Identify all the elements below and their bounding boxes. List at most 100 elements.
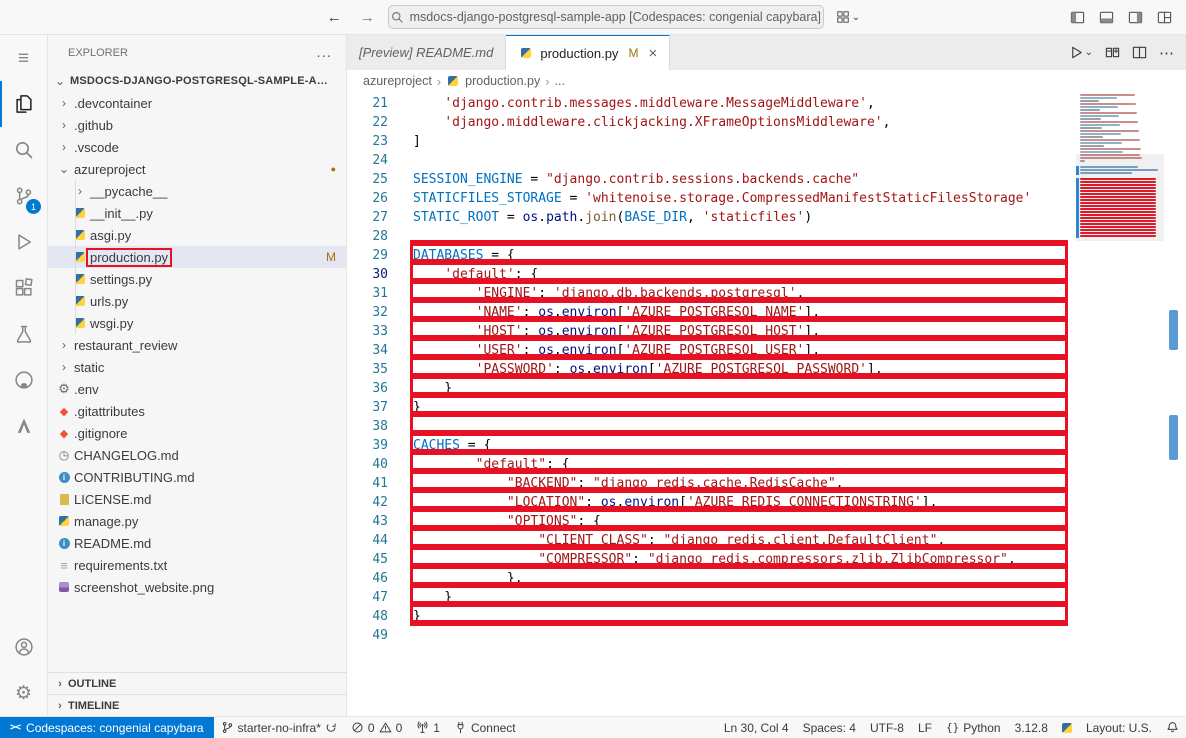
source-control-view-button[interactable]: 1 — [0, 173, 47, 219]
tree-item[interactable]: ⌄azureproject● — [48, 158, 346, 180]
menu-button[interactable]: ≡ — [0, 35, 47, 81]
minimap-slider[interactable] — [1076, 154, 1164, 241]
line-number[interactable]: 41 — [347, 474, 388, 493]
breadcrumb-item[interactable]: production.py — [465, 74, 540, 88]
tree-item[interactable]: manage.py — [48, 510, 346, 532]
tree-item[interactable]: settings.py — [48, 268, 346, 290]
tree-item[interactable]: .env — [48, 378, 346, 400]
tree-item[interactable]: asgi.py — [48, 224, 346, 246]
outline-section[interactable]: › OUTLINE — [48, 672, 346, 694]
code-line[interactable]: 36 } — [347, 379, 1076, 398]
split-editor-icon[interactable] — [1132, 45, 1147, 60]
command-center-search[interactable]: msdocs-django-postgresql-sample-app [Cod… — [388, 5, 824, 29]
code-line[interactable]: 45 "COMPRESSOR": "django_redis.compresso… — [347, 550, 1076, 569]
line-number[interactable]: 42 — [347, 493, 388, 512]
code-line[interactable]: 46 }, — [347, 569, 1076, 588]
tree-item[interactable]: requirements.txt — [48, 554, 346, 576]
python-env-indicator[interactable] — [1055, 717, 1079, 738]
tree-item[interactable]: ›.vscode — [48, 136, 346, 158]
code-line[interactable]: 34 'USER': os.environ['AZURE_POSTGRESQL_… — [347, 341, 1076, 360]
azure-view-button[interactable] — [0, 403, 47, 449]
line-number[interactable]: 29 — [347, 246, 388, 265]
editor-tab[interactable]: production.pyM× — [506, 35, 670, 70]
explorer-view-button[interactable] — [0, 81, 47, 127]
line-number[interactable]: 32 — [347, 303, 388, 322]
toggle-secondary-sidebar-icon[interactable] — [1128, 10, 1143, 25]
close-icon[interactable]: × — [648, 46, 657, 61]
connect-button[interactable]: Connect — [447, 717, 523, 738]
explorer-root-folder[interactable]: ⌄MSDOCS-DJANGO-POSTGRESQL-SAMPLE-APP... — [48, 70, 346, 92]
breadcrumb-item[interactable]: azureproject — [363, 74, 432, 88]
line-number[interactable]: 45 — [347, 550, 388, 569]
tree-item[interactable]: ›static — [48, 356, 346, 378]
encoding-indicator[interactable]: UTF-8 — [863, 717, 911, 738]
code-line[interactable]: 37} — [347, 398, 1076, 417]
line-number[interactable]: 22 — [347, 113, 388, 132]
testing-view-button[interactable] — [0, 311, 47, 357]
tree-item[interactable]: ›__pycache__ — [48, 180, 346, 202]
line-number[interactable]: 37 — [347, 398, 388, 417]
code-line[interactable]: 27STATIC_ROOT = os.path.join(BASE_DIR, '… — [347, 208, 1076, 227]
language-mode-indicator[interactable]: {} Python — [939, 717, 1008, 738]
line-number[interactable]: 26 — [347, 189, 388, 208]
line-number[interactable]: 23 — [347, 132, 388, 151]
tree-item[interactable]: __init__.py — [48, 202, 346, 224]
line-number[interactable]: 31 — [347, 284, 388, 303]
line-number[interactable]: 38 — [347, 417, 388, 436]
tree-item[interactable]: production.pyM — [48, 246, 346, 268]
tree-item[interactable]: wsgi.py — [48, 312, 346, 334]
code-line[interactable]: 43 "OPTIONS": { — [347, 512, 1076, 531]
line-number[interactable]: 27 — [347, 208, 388, 227]
breadcrumb-item[interactable]: ... — [555, 74, 565, 88]
code-line[interactable]: 38 — [347, 417, 1076, 436]
tree-item[interactable]: ›.devcontainer — [48, 92, 346, 114]
code-line[interactable]: 39CACHES = { — [347, 436, 1076, 455]
line-number[interactable]: 28 — [347, 227, 388, 246]
tree-item[interactable]: README.md — [48, 532, 346, 554]
tree-item[interactable]: CONTRIBUTING.md — [48, 466, 346, 488]
forward-button[interactable]: → — [355, 7, 380, 28]
line-number[interactable]: 44 — [347, 531, 388, 550]
eol-indicator[interactable]: LF — [911, 717, 939, 738]
code-line[interactable]: 23] — [347, 132, 1076, 151]
line-number[interactable]: 21 — [347, 94, 388, 113]
code-line[interactable]: 40 "default": { — [347, 455, 1076, 474]
toggle-primary-sidebar-icon[interactable] — [1070, 10, 1085, 25]
tree-item[interactable]: CHANGELOG.md — [48, 444, 346, 466]
toggle-panel-icon[interactable] — [1099, 10, 1114, 25]
indentation-indicator[interactable]: Spaces: 4 — [796, 717, 863, 738]
code-line[interactable]: 21 'django.contrib.messages.middleware.M… — [347, 94, 1076, 113]
line-number[interactable]: 47 — [347, 588, 388, 607]
code-line[interactable]: 44 "CLIENT_CLASS": "django_redis.client.… — [347, 531, 1076, 550]
tree-item[interactable]: ›.github — [48, 114, 346, 136]
line-number[interactable]: 39 — [347, 436, 388, 455]
code-editor[interactable]: 21 'django.contrib.messages.middleware.M… — [347, 92, 1076, 716]
tree-item[interactable]: urls.py — [48, 290, 346, 312]
line-number[interactable]: 24 — [347, 151, 388, 170]
code-line[interactable]: 30 'default': { — [347, 265, 1076, 284]
remote-window-menu-button[interactable]: ⌄ — [832, 7, 864, 27]
search-view-button[interactable] — [0, 127, 47, 173]
notifications-button[interactable] — [1159, 717, 1186, 738]
settings-button[interactable]: ⚙ — [0, 670, 47, 716]
line-number[interactable]: 25 — [347, 170, 388, 189]
code-line[interactable]: 31 'ENGINE': 'django.db.backends.postgre… — [347, 284, 1076, 303]
back-button[interactable]: ← — [322, 7, 347, 28]
customize-layout-icon[interactable] — [1157, 10, 1172, 25]
code-line[interactable]: 24 — [347, 151, 1076, 170]
run-python-file-button[interactable]: ⌄ — [1069, 45, 1093, 60]
branch-indicator[interactable]: starter-no-infra* — [214, 717, 344, 738]
code-line[interactable]: 33 'HOST': os.environ['AZURE_POSTGRESQL_… — [347, 322, 1076, 341]
remote-indicator[interactable]: >< Codespaces: congenial capybara — [0, 717, 214, 738]
code-line[interactable]: 32 'NAME': os.environ['AZURE_POSTGRESQL_… — [347, 303, 1076, 322]
open-changes-icon[interactable] — [1105, 45, 1120, 60]
python-interpreter-indicator[interactable]: 3.12.8 — [1008, 717, 1055, 738]
timeline-section[interactable]: › TIMELINE — [48, 694, 346, 716]
tree-item[interactable]: LICENSE.md — [48, 488, 346, 510]
tree-item[interactable]: screenshot_website.png — [48, 576, 346, 598]
line-number[interactable]: 35 — [347, 360, 388, 379]
line-number[interactable]: 30 — [347, 265, 388, 284]
line-number[interactable]: 40 — [347, 455, 388, 474]
tree-item[interactable]: .gitattributes — [48, 400, 346, 422]
code-line[interactable]: 25SESSION_ENGINE = "django.contrib.sessi… — [347, 170, 1076, 189]
